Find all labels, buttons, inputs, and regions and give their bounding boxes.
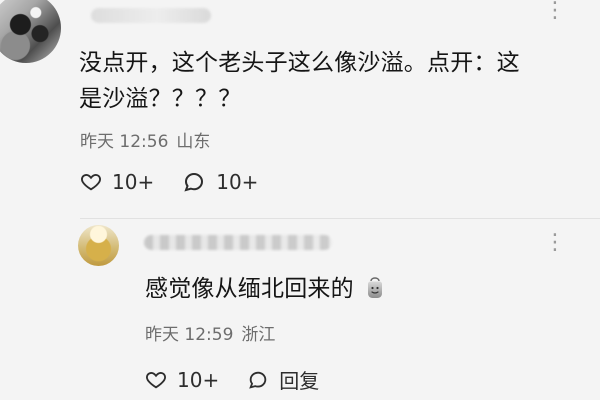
comment-divider [80,218,600,219]
reply-label: 回复 [279,369,320,393]
heart-icon [80,171,102,193]
reply-location: 浙江 [241,325,276,345]
reply-actions: 10+ 回复 [145,365,319,394]
comment-text-line: 是沙溢？？？？ [79,86,242,112]
emoji-bag-icon [363,275,387,299]
comment-thread: ⋮ 没点开，这个老头子这么像沙溢。点开：这 是沙溢？？？？ 昨天 12:56 山东… [0,0,600,400]
reply-body: 感觉像从缅北回来的 [145,271,505,307]
reply-count: 10+ [216,170,259,194]
comment-time: 昨天 12:56 [80,132,169,152]
reply-icon [247,369,269,391]
more-icon[interactable]: ⋮ [544,232,568,254]
like-button[interactable]: 10+ [80,170,154,194]
blurred-username [91,8,211,23]
comment-text-line: 没点开，这个老头子这么像沙溢。点开：这 [79,50,520,76]
comment-button[interactable]: 10+ [182,170,258,194]
reply-meta: 昨天 12:59 浙江 [145,320,275,345]
avatar[interactable] [0,0,61,63]
heart-icon [145,369,167,391]
more-icon[interactable]: ⋮ [544,0,568,22]
reply-time: 昨天 12:59 [145,325,234,345]
reply-like-count: 10+ [177,367,220,392]
reply-text: 感觉像从缅北回来的 [145,276,354,302]
like-count: 10+ [112,170,155,194]
reply-avatar[interactable] [78,225,119,266]
comment-body: 没点开，这个老头子这么像沙溢。点开：这 是沙溢？？？？ [79,45,584,117]
comment-icon [182,170,206,194]
reply-button[interactable]: 回复 [247,365,319,394]
comment-location: 山东 [176,132,211,152]
blurred-reply-username [144,235,332,250]
reply-like-button[interactable]: 10+ [145,368,219,392]
comment-actions: 10+ 10+ [80,170,258,194]
comment-meta: 昨天 12:56 山东 [80,127,210,152]
